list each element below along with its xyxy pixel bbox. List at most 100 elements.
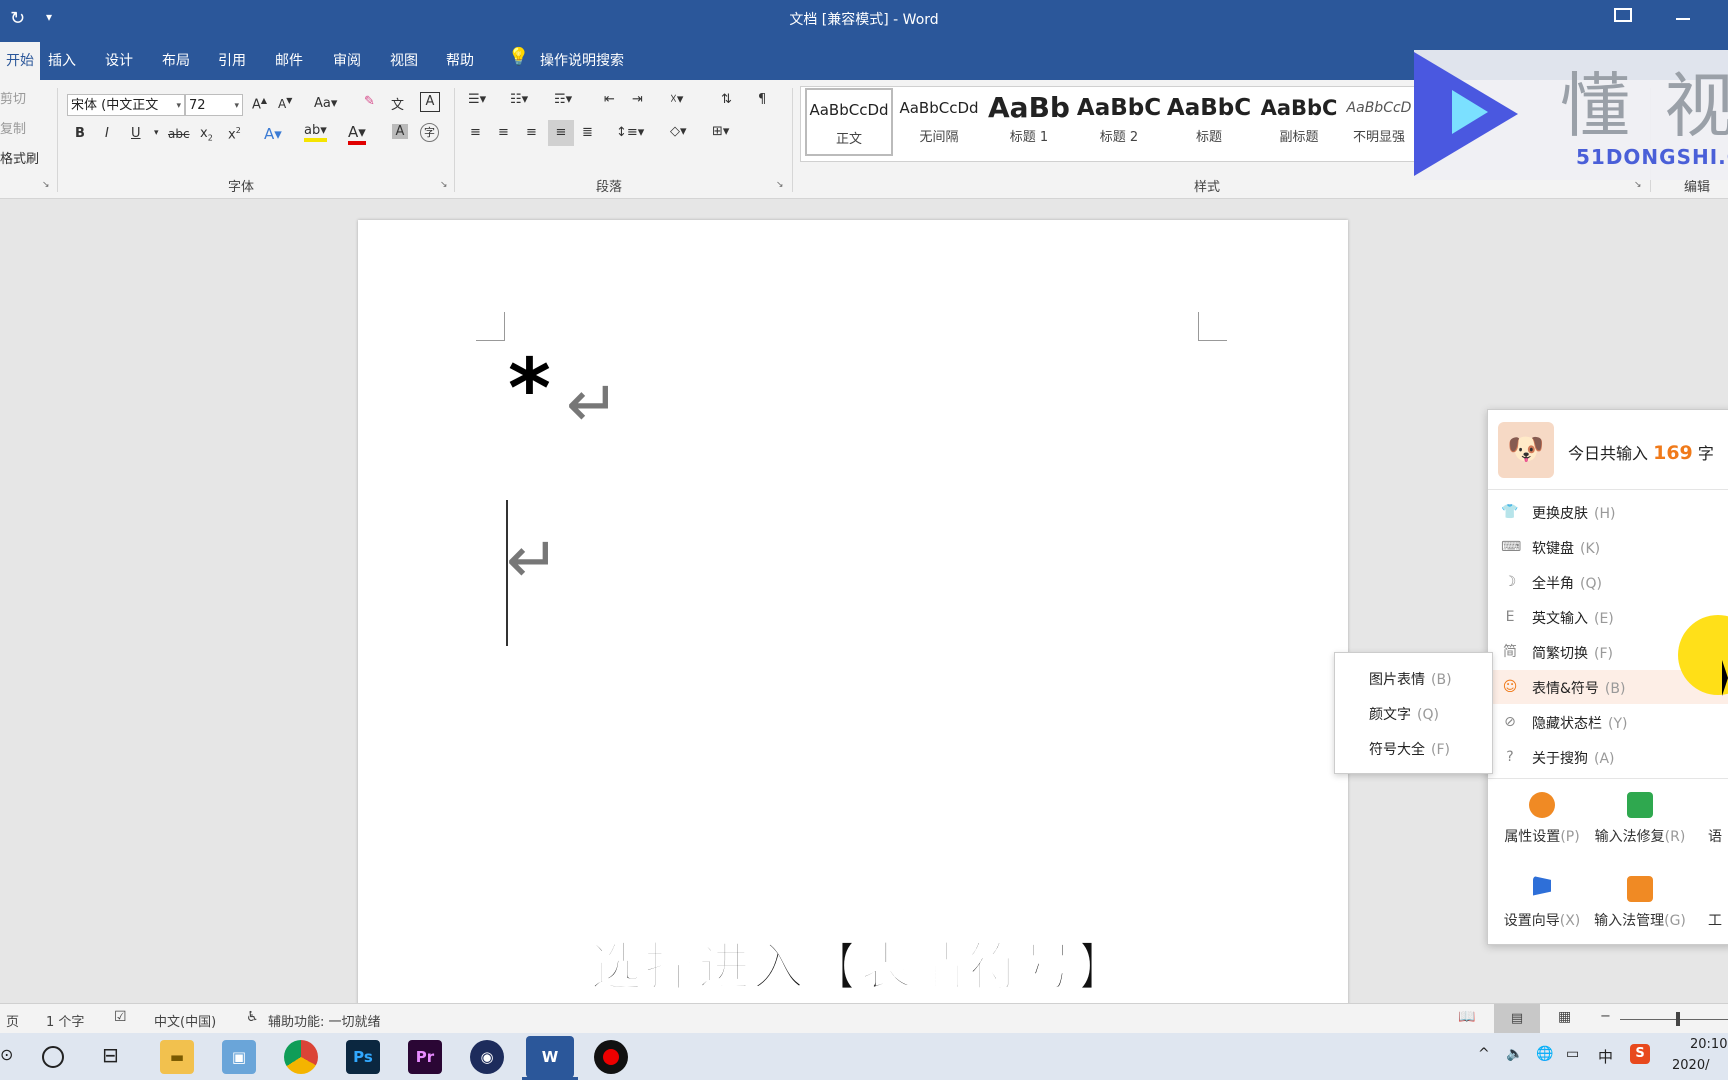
style-subtitle[interactable]: AaBbC 副标题: [1255, 88, 1343, 152]
font-color-icon[interactable]: A▾: [348, 123, 366, 145]
bold-icon[interactable]: B: [75, 126, 85, 141]
submenu-item-symbols[interactable]: 符号大全 (F): [1369, 739, 1450, 759]
zoom-slider-thumb[interactable]: [1676, 1012, 1680, 1026]
tab-home[interactable]: 开始: [0, 42, 40, 80]
italic-icon[interactable]: I: [105, 126, 109, 141]
tray-chevron-icon[interactable]: ^: [1478, 1046, 1490, 1062]
char-shading-icon[interactable]: A: [392, 124, 408, 139]
ime-item-skin[interactable]: 👕 更换皮肤 (H): [1488, 495, 1728, 529]
tab-layout[interactable]: 布局: [162, 50, 190, 70]
ime-item-about[interactable]: ? 关于搜狗 (A): [1488, 740, 1728, 774]
clipboard-launcher-icon[interactable]: ↘: [42, 180, 50, 190]
search-circle-icon[interactable]: [42, 1046, 64, 1068]
tell-me-search[interactable]: 操作说明搜索: [540, 50, 624, 70]
ime-item-soft-keyboard[interactable]: ⌨ 软键盘 (K): [1488, 530, 1728, 564]
chrome-icon[interactable]: [284, 1040, 318, 1074]
align-right-icon[interactable]: ≡: [526, 125, 537, 140]
minimize-icon[interactable]: [1676, 18, 1690, 20]
read-mode-icon[interactable]: 📖: [1458, 1009, 1475, 1025]
network-icon[interactable]: 🌐: [1536, 1046, 1553, 1062]
photoshop-icon[interactable]: Ps: [346, 1040, 380, 1074]
battery-icon[interactable]: ▭: [1566, 1046, 1579, 1062]
style-title[interactable]: AaBbC 标题: [1165, 88, 1253, 152]
font-launcher-icon[interactable]: ↘: [440, 180, 448, 190]
styles-launcher-icon[interactable]: ↘: [1634, 180, 1642, 190]
underline-icon[interactable]: U: [131, 126, 141, 141]
subscript-icon[interactable]: x2: [200, 126, 213, 143]
tab-mailings[interactable]: 邮件: [275, 50, 303, 70]
borders-icon[interactable]: ⊞▾: [712, 124, 729, 139]
font-name-combo[interactable]: 宋体 (中文正文 ▾: [67, 94, 185, 116]
ime-item-hide-statusbar[interactable]: ⊘ 隐藏状态栏 (Y): [1488, 705, 1728, 739]
align-left-icon[interactable]: ≡: [470, 125, 481, 140]
char-border-icon[interactable]: A: [420, 92, 440, 112]
ime-language-indicator[interactable]: 中: [1598, 1046, 1613, 1067]
page-indicator[interactable]: 页: [6, 1011, 19, 1030]
distributed-icon[interactable]: ≣: [582, 125, 593, 140]
word-icon[interactable]: W: [526, 1036, 574, 1078]
asian-layout-icon[interactable]: ☓▾: [670, 92, 683, 107]
style-heading-1[interactable]: AaBb 标题 1: [985, 88, 1073, 152]
tab-review[interactable]: 审阅: [333, 50, 361, 70]
ime-grid-repair[interactable]: 输入法修复(R): [1592, 788, 1688, 862]
cinema4d-icon[interactable]: ◉: [470, 1040, 504, 1074]
align-center-icon[interactable]: ≡: [498, 125, 509, 140]
tab-insert[interactable]: 插入: [48, 50, 76, 70]
accessibility-status[interactable]: 辅助功能: 一切就绪: [268, 1011, 381, 1030]
shrink-font-icon[interactable]: A▼: [278, 96, 292, 111]
record-icon[interactable]: [594, 1040, 628, 1074]
document-page[interactable]: * ↵ ↵: [358, 220, 1348, 1010]
start-partial-icon[interactable]: ⊙: [0, 1045, 13, 1064]
change-case-icon[interactable]: Aa▾: [314, 96, 337, 111]
tab-help[interactable]: 帮助: [446, 50, 474, 70]
volume-icon[interactable]: 🔈: [1506, 1046, 1523, 1062]
cut-button[interactable]: 剪切: [0, 88, 26, 107]
line-spacing-icon[interactable]: ↕≡▾: [616, 125, 644, 140]
clock-date[interactable]: 2020/: [1672, 1058, 1709, 1073]
print-layout-icon[interactable]: ▤: [1494, 1004, 1540, 1034]
ime-grid-tools[interactable]: 工: [1698, 872, 1728, 946]
increase-indent-icon[interactable]: ⇥: [632, 92, 643, 107]
paragraph-launcher-icon[interactable]: ↘: [776, 180, 784, 190]
web-layout-icon[interactable]: ▦: [1558, 1009, 1571, 1025]
ime-grid-language[interactable]: 语: [1698, 788, 1728, 862]
copy-button[interactable]: 复制: [0, 118, 26, 137]
shading-icon[interactable]: ◇▾: [670, 124, 687, 139]
proofing-icon[interactable]: ☑: [114, 1009, 127, 1025]
text-effects-icon[interactable]: A▾: [264, 125, 282, 143]
style-normal[interactable]: AaBbCcDd 正文: [805, 88, 893, 156]
clock-time[interactable]: 20:10: [1690, 1037, 1727, 1052]
style-heading-2[interactable]: AaBbC 标题 2: [1075, 88, 1163, 152]
tab-view[interactable]: 视图: [390, 50, 418, 70]
style-no-spacing[interactable]: AaBbCcDd 无间隔: [895, 88, 983, 152]
submenu-item-kaomoji[interactable]: 颜文字 (Q): [1369, 704, 1439, 724]
ime-grid-properties[interactable]: 属性设置(P): [1494, 788, 1590, 862]
strikethrough-icon[interactable]: abc: [168, 127, 190, 141]
bullets-icon[interactable]: ☰▾: [468, 92, 486, 107]
zoom-slider[interactable]: [1620, 1019, 1728, 1020]
numbering-icon[interactable]: ☷▾: [510, 92, 528, 107]
tab-design[interactable]: 设计: [105, 50, 133, 70]
file-explorer-icon[interactable]: ▬: [160, 1040, 194, 1074]
decrease-indent-icon[interactable]: ⇤: [604, 92, 615, 107]
superscript-icon[interactable]: x2: [228, 126, 241, 142]
justify-icon[interactable]: ≡: [548, 120, 574, 146]
submenu-item-image-emoji[interactable]: 图片表情 (B): [1369, 669, 1452, 689]
task-view-icon[interactable]: ⊟: [102, 1043, 119, 1067]
underline-dropdown-icon[interactable]: ▾: [154, 128, 159, 138]
show-marks-icon[interactable]: ¶: [758, 92, 766, 107]
grow-font-icon[interactable]: A▲: [252, 96, 267, 112]
ime-grid-manage[interactable]: 输入法管理(G): [1592, 872, 1688, 946]
premiere-icon[interactable]: Pr: [408, 1040, 442, 1074]
sort-icon[interactable]: ⇅: [721, 92, 732, 107]
zoom-out-icon[interactable]: −: [1600, 1009, 1611, 1024]
sogou-icon[interactable]: S: [1630, 1044, 1650, 1064]
language-indicator[interactable]: 中文(中国): [154, 1011, 216, 1030]
tab-references[interactable]: 引用: [218, 50, 246, 70]
phonetic-guide-icon[interactable]: 文: [391, 94, 404, 113]
style-subtle-emphasis[interactable]: AaBbCcD 不明显强: [1345, 88, 1413, 152]
word-count[interactable]: 1 个字: [46, 1011, 84, 1030]
font-size-combo[interactable]: 72 ▾: [185, 94, 243, 116]
highlight-icon[interactable]: ab▾: [304, 123, 327, 142]
ime-grid-setup-wizard[interactable]: 设置向导(X): [1494, 872, 1590, 946]
